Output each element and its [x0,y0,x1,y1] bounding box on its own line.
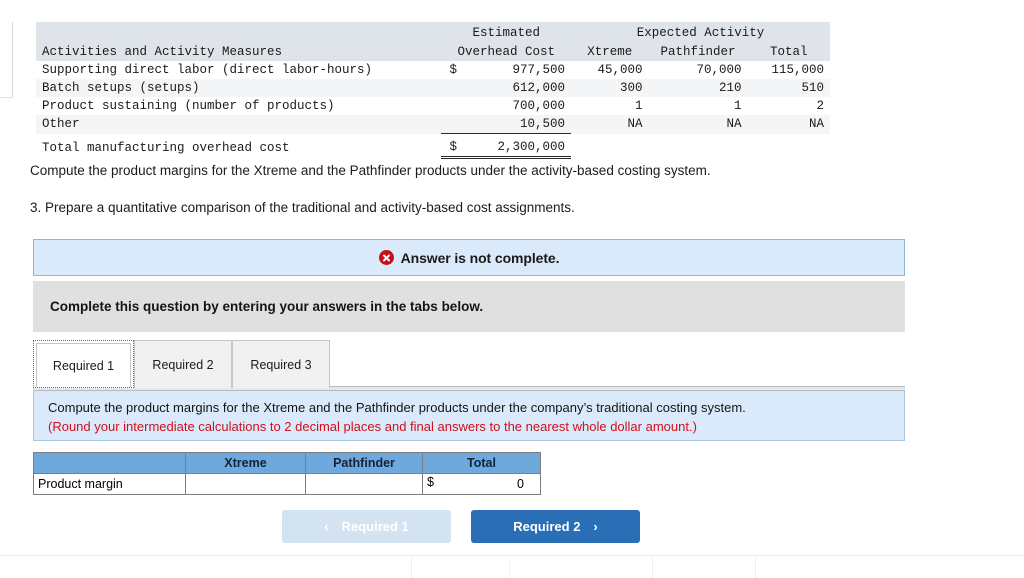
requirement-instruction-line-1: Compute the product margins for the Xtre… [48,400,746,415]
chevron-right-icon: › [593,519,598,534]
row-pathfinder: 210 [718,81,742,95]
answer-header-xtreme: Xtreme [185,452,306,474]
chevron-left-icon: ‹ [324,519,329,534]
row-cost: 10,500 [441,115,572,134]
total-row-label: Total manufacturing overhead cost [42,140,290,155]
answer-header-blank [33,452,186,474]
exhibit-header-xtreme: Xtreme [587,45,633,59]
exhibit-header-expected-activity: Expected Activity [636,26,765,40]
banner-text: Answer is not complete. [400,249,560,266]
dollar-sign: $ [449,140,457,154]
table-row: Product sustaining (number of products) … [36,97,830,115]
exhibit-header-row-top: Estimated Expected Activity [36,22,830,42]
exhibit-body: Supporting direct labor (direct labor-ho… [36,61,830,159]
prompt-line-1: Compute the product margins for the Xtre… [30,163,711,178]
exhibit-header-blank [36,22,441,42]
total-row-total [747,138,830,158]
instruction-bar-text: Complete this question by entering your … [50,299,484,314]
total-row-pathfinder [649,138,748,158]
row-total: NA [808,117,824,132]
row-pathfinder: 1 [733,99,742,113]
bottom-separator [411,558,412,578]
previous-requirement-label: Required 1 [341,519,409,534]
row-total: 2 [816,99,824,113]
product-margin-answer-table: Xtreme Pathfinder Total Product margin $… [33,452,541,495]
table-total-row: Total manufacturing overhead cost $2,300… [36,138,830,159]
row-label: Supporting direct labor (direct labor-ho… [42,63,373,77]
total-row-cost: $2,300,000 [441,138,572,159]
answer-header-row: Xtreme Pathfinder Total [33,452,541,474]
row-pathfinder: NA [726,117,742,132]
bottom-separator [652,558,653,578]
row-cost: 700,000 [441,97,571,115]
bottom-separator [509,558,510,578]
requirement-instruction-line-2: (Round your intermediate calculations to… [48,419,697,434]
row-xtreme: 1 [634,99,643,113]
requirement-instruction-panel: Compute the product margins for the Xtre… [33,390,905,441]
exhibit-header-activities: Activities and Activity Measures [42,45,283,59]
tab-required-2-label: Required 2 [152,357,214,372]
left-panel-edge [0,22,13,98]
tab-required-1-label: Required 1 [36,343,131,387]
row-label: Batch setups (setups) [42,81,200,95]
next-requirement-button[interactable]: Required 2 › [471,510,640,543]
error-x-icon [378,250,394,265]
next-requirement-label: Required 2 [513,519,581,534]
row-xtreme: 300 [619,81,643,95]
table-row: Product margin $0 [33,473,541,495]
bottom-partial-toolbar [0,556,1024,578]
tab-required-2[interactable]: Required 2 [134,340,232,388]
row-cost: $977,500 [441,61,571,79]
table-row: Supporting direct labor (direct labor-ho… [36,61,830,79]
total-row-cost-value: 2,300,000 [497,140,566,154]
answer-cell-total-value: 0 [517,477,524,491]
answer-table-body: Product margin $0 [33,473,541,495]
requirement-tabs: Required 1 Required 2 Required 3 [33,340,905,390]
row-total: 115,000 [771,63,824,77]
row-cost-value: 977,500 [512,63,566,77]
table-row: Other 10,500 NA NA NA [36,115,830,134]
total-row-xtreme [571,138,648,158]
exhibit-header-total: Total [769,45,808,59]
tab-required-3-label: Required 3 [250,357,312,372]
row-xtreme: 45,000 [597,63,643,77]
tab-required-3[interactable]: Required 3 [232,340,330,388]
bottom-separator [755,558,756,578]
row-cost-value: 10,500 [520,117,566,131]
answer-cell-xtreme[interactable] [185,473,306,495]
prompt-line-2: 3. Prepare a quantitative comparison of … [30,200,575,215]
row-cost-value: 612,000 [512,81,566,95]
table-row: Batch setups (setups) 612,000 300 210 51… [36,79,830,97]
row-label: Product sustaining (number of products) [42,99,335,113]
answer-incomplete-banner: Answer is not complete. [33,239,905,276]
dollar-sign: $ [427,475,434,489]
answer-header-total: Total [422,452,541,474]
tab-required-1[interactable]: Required 1 [33,340,134,388]
exhibit-header-estimated: Estimated [472,26,541,40]
answer-cell-pathfinder[interactable] [305,473,423,495]
row-cost: 612,000 [441,79,571,97]
row-pathfinder: 70,000 [696,63,742,77]
exhibit-header-overhead-cost: Overhead Cost [457,45,556,59]
instruction-bar: Complete this question by entering your … [33,281,905,332]
answer-row-label: Product margin [33,473,186,495]
exhibit-header: Estimated Expected Activity Activities a… [36,22,830,61]
exhibit-header-pathfinder: Pathfinder [660,45,736,59]
exhibit-header-row-bottom: Activities and Activity Measures Overhea… [36,42,830,61]
answer-cell-total: $0 [422,473,541,495]
row-label: Other [42,117,80,132]
answer-table-header: Xtreme Pathfinder Total [33,452,541,474]
row-total: 510 [801,81,824,95]
previous-requirement-button[interactable]: ‹ Required 1 [282,510,451,543]
row-xtreme: NA [627,117,643,132]
answer-header-pathfinder: Pathfinder [305,452,423,474]
row-cost-value: 700,000 [512,99,566,113]
dollar-sign: $ [449,63,457,77]
activity-cost-exhibit-table: Estimated Expected Activity Activities a… [36,22,830,159]
